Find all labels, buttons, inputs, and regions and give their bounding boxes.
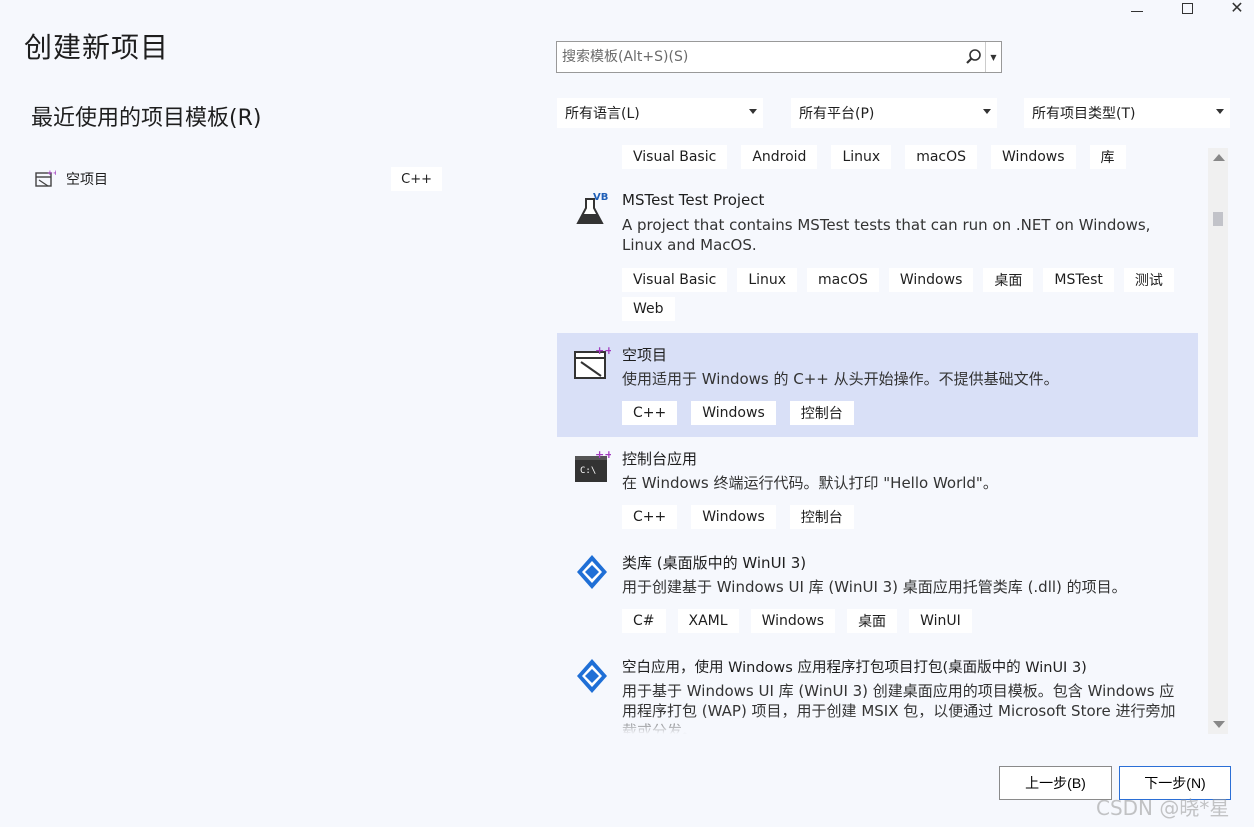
language-filter-value: 所有语言(L) [565, 106, 640, 122]
template-tag: WinUI [909, 609, 972, 633]
template-tag: 测试 [1123, 268, 1174, 292]
template-description: 使用适用于 Windows 的 C++ 从头开始操作。不提供基础文件。 [622, 370, 1059, 388]
template-item[interactable]: Visual Basic Android Linux macOS Windows… [557, 142, 1198, 178]
template-tag: 桌面 [847, 609, 898, 633]
template-item-selected[interactable]: ++ 空项目 使用适用于 Windows 的 C++ 从头开始操作。不提供基础文… [557, 333, 1198, 437]
template-tag: Android [741, 145, 818, 169]
close-icon: ✕ [1230, 0, 1244, 17]
svg-text:++: ++ [47, 169, 56, 177]
page-title: 创建新项目 [24, 31, 170, 64]
recent-template-label: 空项目 [66, 172, 108, 188]
template-tag: Windows [691, 401, 776, 425]
search-box: ▼ [556, 41, 1002, 73]
template-tags: C++ Windows 控制台 [622, 505, 1192, 529]
template-tag: Web [622, 297, 675, 321]
chevron-down-icon [749, 109, 757, 114]
template-tag: Visual Basic [622, 145, 728, 169]
vb-test-flask-icon: VB [576, 192, 608, 224]
template-title: 空白应用，使用 Windows 应用程序打包项目打包(桌面版中的 WinUI 3… [622, 660, 1087, 676]
template-tag: 控制台 [789, 401, 854, 425]
template-list-scrollbar[interactable] [1208, 148, 1228, 734]
template-tag: macOS [807, 268, 879, 292]
template-title: 控制台应用 [622, 450, 698, 468]
template-title: 类库 (桌面版中的 WinUI 3) [622, 554, 807, 572]
maximize-icon [1181, 2, 1193, 14]
template-tag: 控制台 [789, 505, 854, 529]
template-item[interactable]: C:\ ++ 控制台应用 在 Windows 终端运行代码。默认打印 "Hell… [557, 441, 1198, 543]
template-tag: 桌面 [983, 268, 1034, 292]
template-description: 用于创建基于 Windows UI 库 (WinUI 3) 桌面应用托管类库 (… [622, 578, 1127, 596]
winui-icon [577, 659, 607, 693]
template-item[interactable]: VB MSTest Test Project A project that co… [557, 182, 1198, 332]
winui-icon [577, 555, 607, 589]
empty-project-icon: ++ [35, 169, 56, 187]
template-item[interactable]: 类库 (桌面版中的 WinUI 3) 用于创建基于 Windows UI 库 (… [557, 545, 1198, 647]
platform-filter[interactable]: 所有平台(P) [791, 98, 997, 128]
template-tag: macOS [905, 145, 978, 169]
template-tag: Linux [831, 145, 892, 169]
template-tag: Windows [888, 268, 974, 292]
minimize-button[interactable] [1114, 0, 1160, 16]
search-dropdown-icon[interactable]: ▼ [985, 42, 1001, 72]
maximize-button[interactable] [1164, 0, 1210, 16]
language-filter[interactable]: 所有语言(L) [557, 98, 763, 128]
template-tag: C++ [622, 401, 678, 425]
vb-badge: VB [593, 192, 608, 203]
chevron-down-icon [1216, 109, 1224, 114]
template-title: MSTest Test Project [622, 191, 765, 209]
scroll-down-icon[interactable] [1213, 721, 1225, 728]
chevron-down-icon [983, 109, 991, 114]
template-tag: C# [622, 609, 666, 633]
template-tags: C++ Windows 控制台 [622, 401, 1192, 425]
template-tag: Windows [991, 145, 1076, 169]
template-tag: C++ [622, 505, 678, 529]
svg-text:++: ++ [595, 344, 611, 357]
close-button[interactable]: ✕ [1214, 0, 1254, 16]
project-type-filter-value: 所有项目类型(T) [1032, 106, 1136, 122]
search-icon[interactable] [963, 42, 985, 72]
svg-text:++: ++ [595, 448, 611, 461]
console-icon-text: C:\ [580, 466, 596, 476]
template-tags: C# XAML Windows 桌面 WinUI [622, 609, 1192, 633]
template-tag: Windows [750, 609, 836, 633]
template-tags: Visual Basic Android Linux macOS Windows… [622, 145, 1192, 169]
template-tag: Linux [737, 268, 798, 292]
recent-template-item[interactable]: ++ 空项目 C++ [30, 162, 444, 196]
project-type-filter[interactable]: 所有项目类型(T) [1024, 98, 1230, 128]
recent-templates-heading: 最近使用的项目模板(R) [31, 106, 262, 131]
minimize-icon [1131, 10, 1143, 12]
template-description: 在 Windows 终端运行代码。默认打印 "Hello World"。 [622, 474, 998, 492]
console-app-icon: C:\ ++ [575, 448, 611, 482]
watermark: CSDN @晓*星 [1096, 796, 1230, 820]
empty-project-icon: ++ [574, 344, 611, 379]
template-tag: XAML [677, 609, 739, 633]
scroll-up-icon[interactable] [1213, 154, 1225, 161]
platform-filter-value: 所有平台(P) [799, 106, 875, 122]
template-tag: Windows [691, 505, 776, 529]
search-input[interactable] [557, 42, 963, 72]
template-description: A project that contains MSTest tests tha… [622, 216, 1151, 254]
scrollbar-thumb[interactable] [1213, 212, 1223, 226]
template-tags: Visual Basic Linux macOS Windows 桌面 MSTe… [622, 268, 1192, 321]
template-tag: MSTest [1043, 268, 1114, 292]
template-tag: Visual Basic [622, 268, 728, 292]
list-fade-overlay [557, 714, 1198, 734]
template-list: Visual Basic Android Linux macOS Windows… [557, 142, 1198, 734]
template-title: 空项目 [622, 346, 668, 364]
recent-template-tag: C++ [391, 167, 442, 191]
template-tag: 库 [1089, 145, 1126, 169]
